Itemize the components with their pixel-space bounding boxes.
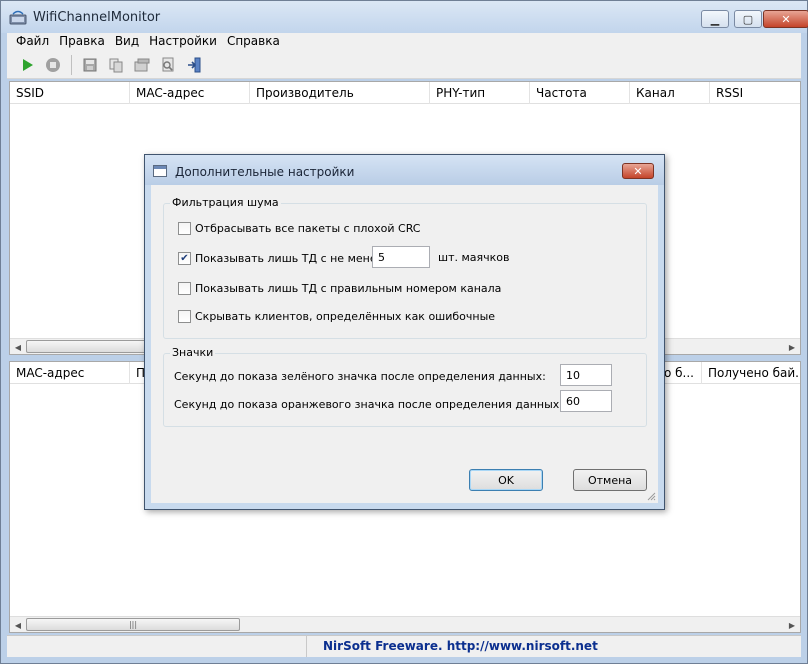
show-min-beacons-option[interactable]: ✔ Показывать лишь ТД с не менее (178, 252, 383, 265)
close-icon: ✕ (633, 164, 643, 178)
close-icon: ✕ (781, 12, 791, 26)
maximize-icon: ▢ (742, 12, 754, 26)
cancel-button[interactable]: Отмена (573, 469, 647, 491)
close-button[interactable]: ✕ (763, 10, 808, 28)
checkmark-icon: ✔ (180, 252, 189, 264)
ap-table-header: SSID MAC-адрес Производитель PHY-тип Час… (10, 82, 800, 104)
scroll-left-icon[interactable]: ◀ (10, 617, 26, 633)
menu-edit[interactable]: Правка (56, 33, 112, 51)
properties-icon (134, 58, 150, 71)
icons-group-title: Значки (170, 346, 216, 359)
menu-settings[interactable]: Настройки (146, 33, 224, 51)
col-rssi[interactable]: RSSI (710, 82, 798, 104)
window-icon (153, 165, 167, 177)
col-packets-sent[interactable]: о б... (660, 362, 702, 384)
dialog-title-bar[interactable]: Дополнительные настройки ✕ (145, 155, 664, 185)
scroll-right-icon[interactable]: ▶ (784, 339, 800, 355)
minimize-icon: ▁ (710, 12, 720, 26)
col-client-mac[interactable]: MAC-адрес (10, 362, 130, 384)
stop-icon (46, 57, 60, 72)
play-icon (23, 58, 33, 71)
scroll-thumb[interactable]: ||| (26, 618, 240, 631)
hide-wrong-clients-option[interactable]: Скрывать клиентов, определённых как ошиб… (178, 310, 495, 323)
col-channel[interactable]: Канал (630, 82, 710, 104)
scroll-left-icon[interactable]: ◀ (10, 339, 26, 355)
exit-button[interactable] (184, 55, 204, 75)
exit-icon (188, 57, 201, 72)
drop-bad-crc-checkbox[interactable] (178, 222, 191, 235)
advanced-options-dialog: Дополнительные настройки ✕ Фильтрация шу… (144, 154, 665, 510)
search-icon (162, 57, 174, 71)
green-icon-delay-input[interactable] (560, 364, 612, 386)
col-ssid[interactable]: SSID (10, 82, 130, 104)
status-left-pane (7, 636, 307, 657)
minimize-button[interactable]: ▁ (701, 10, 729, 28)
stop-button[interactable] (43, 55, 63, 75)
properties-button[interactable] (132, 55, 152, 75)
title-bar[interactable]: WifiChannelMonitor ▁ ▢ ✕ (1, 1, 808, 33)
scroll-thumb[interactable] (26, 340, 146, 353)
toolbar (7, 51, 801, 79)
menu-help[interactable]: Справка (224, 33, 287, 51)
correct-channel-option[interactable]: Показывать лишь ТД с правильным номером … (178, 282, 501, 295)
col-bytes-received[interactable]: Получено бай... (702, 362, 800, 384)
col-mac[interactable]: MAC-адрес (130, 82, 250, 104)
green-icon-delay-label: Секунд до показа зелёного значка после о… (174, 370, 546, 383)
beacons-suffix-label: шт. маячков (438, 251, 510, 264)
col-vendor[interactable]: Производитель (250, 82, 430, 104)
min-beacons-input[interactable] (372, 246, 430, 268)
save-button[interactable] (80, 55, 100, 75)
show-min-beacons-checkbox[interactable]: ✔ (178, 252, 191, 265)
icons-group: Значки Секунд до показа зелёного значка … (163, 346, 647, 427)
orange-icon-delay-input[interactable] (560, 390, 612, 412)
status-link[interactable]: NirSoft Freeware. http://www.nirsoft.net (307, 636, 598, 657)
grip-icon: ||| (128, 620, 138, 629)
menu-bar: Файл Правка Вид Настройки Справка (7, 33, 801, 51)
wifi-app-icon (9, 10, 27, 25)
drop-bad-crc-option[interactable]: Отбрасывать все пакеты с плохой CRC (178, 222, 420, 235)
noise-filter-title: Фильтрация шума (170, 196, 281, 209)
start-button[interactable] (17, 55, 37, 75)
maximize-button[interactable]: ▢ (734, 10, 762, 28)
toolbar-separator (71, 54, 72, 75)
menu-view[interactable]: Вид (112, 33, 146, 51)
correct-channel-label: Показывать лишь ТД с правильным номером … (195, 282, 502, 295)
dialog-close-button[interactable]: ✕ (622, 163, 654, 179)
ok-button[interactable]: OK (469, 469, 543, 491)
save-icon (83, 58, 97, 71)
show-min-beacons-label: Показывать лишь ТД с не менее (195, 252, 384, 265)
copy-icon (109, 58, 123, 72)
dialog-title: Дополнительные настройки (175, 165, 355, 179)
dialog-body: Фильтрация шума Отбрасывать все пакеты с… (151, 185, 658, 503)
window-title: WifiChannelMonitor (33, 10, 161, 25)
hide-wrong-clients-label: Скрывать клиентов, определённых как ошиб… (195, 310, 496, 323)
correct-channel-checkbox[interactable] (178, 282, 191, 295)
status-bar: NirSoft Freeware. http://www.nirsoft.net (7, 635, 801, 657)
menu-file[interactable]: Файл (13, 33, 56, 51)
col-phy[interactable]: PHY-тип (430, 82, 530, 104)
copy-button[interactable] (106, 55, 126, 75)
resize-grip-icon[interactable] (646, 491, 656, 501)
orange-icon-delay-label: Секунд до показа оранжевого значка после… (174, 398, 564, 411)
noise-filter-group: Фильтрация шума Отбрасывать все пакеты с… (163, 196, 647, 339)
drop-bad-crc-label: Отбрасывать все пакеты с плохой CRC (195, 222, 421, 235)
col-frequency[interactable]: Частота (530, 82, 630, 104)
find-button[interactable] (158, 55, 178, 75)
hide-wrong-clients-checkbox[interactable] (178, 310, 191, 323)
bottom-horizontal-scrollbar[interactable]: ◀ ||| ▶ (10, 616, 800, 632)
scroll-right-icon[interactable]: ▶ (784, 617, 800, 633)
